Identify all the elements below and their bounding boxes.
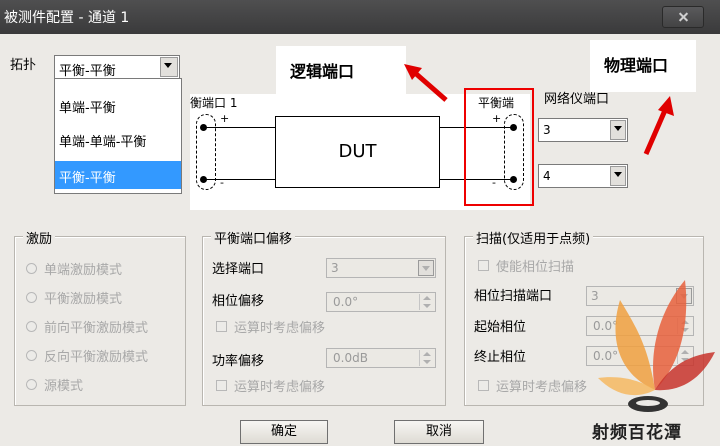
dut-label: DUT (338, 141, 377, 162)
sweep-check-label: 运算时考虑偏移 (496, 380, 588, 395)
topology-option[interactable]: 单端-单端-平衡 (55, 125, 181, 153)
chevron-down-icon[interactable] (610, 120, 626, 140)
excitation-option: 源模式 (44, 379, 84, 394)
watermark-logo: 射频百花潭 (590, 270, 720, 446)
checkbox[interactable] (478, 380, 489, 391)
select-port-label: 选择端口 (212, 262, 265, 277)
ok-button[interactable]: 确定 (240, 420, 328, 444)
power-offset-value: 0.0dB (333, 351, 368, 365)
power-offset-input[interactable]: 0.0dB (326, 348, 436, 368)
physical-port-callout: 物理端口 (590, 40, 696, 92)
highlight-box (464, 88, 534, 206)
radio-button[interactable] (26, 292, 37, 303)
sweep-title: 扫描(仅适用于点频) (473, 228, 594, 247)
topology-select[interactable]: 平衡-平衡 (54, 55, 180, 79)
select-port-value: 3 (331, 261, 339, 275)
phase-offset-check-label: 运算时考虑偏移 (234, 321, 326, 336)
select-port-select[interactable]: 3 (326, 258, 436, 278)
offset-title: 平衡端口偏移 (211, 228, 296, 247)
analyzer-port-plus-select[interactable]: 3 (538, 118, 628, 142)
chevron-down-icon[interactable] (610, 166, 626, 186)
dut-box: DUT (275, 116, 440, 188)
plus-sign: + (220, 112, 230, 125)
cancel-button[interactable]: 取消 (394, 420, 484, 444)
checkbox[interactable] (216, 321, 227, 332)
logical-arrow-icon (404, 64, 448, 102)
wire (204, 127, 276, 128)
excitation-option: 平衡激励模式 (44, 292, 123, 307)
radio-button[interactable] (26, 350, 37, 361)
close-button[interactable] (662, 6, 704, 28)
excitation-title: 激励 (23, 228, 56, 247)
spin-icon[interactable] (419, 350, 434, 366)
phase-offset-input[interactable]: 0.0° (326, 292, 436, 312)
chevron-down-icon[interactable] (418, 260, 434, 276)
phase-sweep-port-label: 相位扫描端口 (474, 289, 553, 304)
logical-port-text: 逻辑端口 (290, 62, 355, 81)
topology-selected-value: 平衡-平衡 (59, 64, 116, 79)
physical-port-text: 物理端口 (604, 56, 669, 75)
checkbox[interactable] (216, 380, 227, 391)
start-phase-label: 起始相位 (474, 320, 527, 335)
topology-option[interactable]: 单端-平衡 (55, 91, 181, 119)
flower-logo-icon (598, 280, 715, 412)
logical-port-callout: 逻辑端口 (276, 46, 406, 96)
topology-option-selected[interactable]: 平衡-平衡 (55, 161, 181, 189)
analyzer-port-plus-value: 3 (543, 123, 551, 137)
radio-button[interactable] (26, 263, 37, 274)
phase-offset-label: 相位偏移 (212, 294, 265, 309)
minus-sign: - (220, 176, 224, 189)
chevron-down-icon[interactable] (160, 57, 178, 77)
dut-config-window: 被测件配置 - 通道 1 拓扑 平衡-平衡 单端-平衡 单端-单端-平衡 平衡-… (0, 0, 720, 446)
physical-arrow-icon (643, 96, 674, 155)
analyzer-port-minus-value: 4 (543, 169, 551, 183)
spin-icon[interactable] (419, 294, 434, 310)
topology-dropdown: 单端-平衡 单端-单端-平衡 平衡-平衡 (54, 78, 182, 194)
radio-button[interactable] (26, 321, 37, 332)
excitation-option: 前向平衡激励模式 (44, 321, 149, 336)
watermark-text: 射频百花潭 (592, 423, 682, 443)
title-bar: 被测件配置 - 通道 1 (0, 0, 720, 34)
wire (204, 179, 276, 180)
radio-button[interactable] (26, 379, 37, 390)
analyzer-port-minus-select[interactable]: 4 (538, 164, 628, 188)
excitation-option: 反向平衡激励模式 (44, 350, 149, 365)
balanced-port-1-label: 衡端口 1 (190, 96, 238, 110)
excitation-option: 单端激励模式 (44, 263, 123, 278)
topology-label: 拓扑 (10, 58, 37, 73)
power-offset-check-label: 运算时考虑偏移 (234, 380, 326, 395)
power-offset-label: 功率偏移 (212, 354, 265, 369)
enable-phase-sweep-label: 使能相位扫描 (496, 260, 575, 275)
phase-offset-value: 0.0° (333, 295, 359, 309)
checkbox[interactable] (478, 260, 489, 271)
window-title: 被测件配置 - 通道 1 (4, 10, 130, 26)
stop-phase-label: 终止相位 (474, 350, 527, 365)
